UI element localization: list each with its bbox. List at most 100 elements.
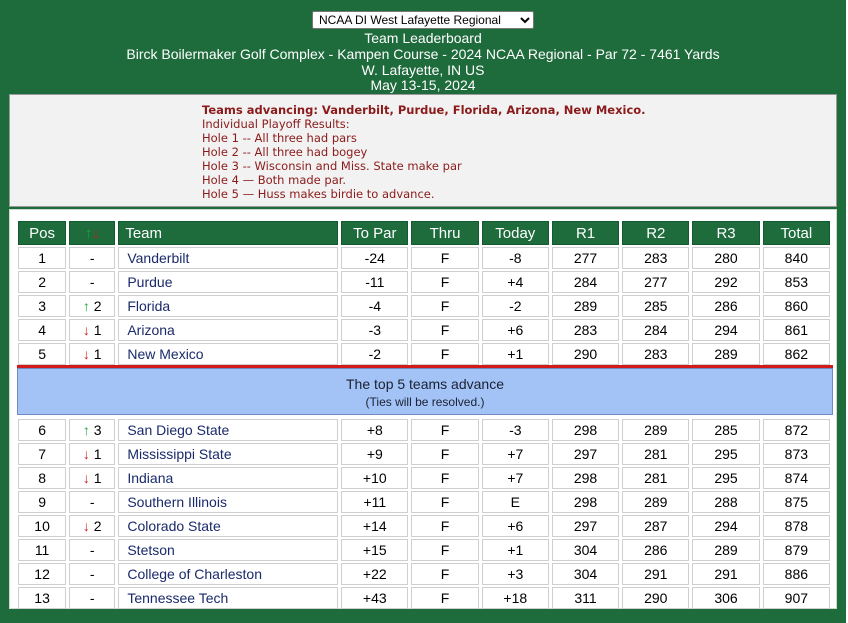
team-cell[interactable]: Southern Illinois: [118, 491, 339, 513]
r1-cell: 277: [551, 247, 620, 269]
thru-cell: F: [411, 343, 479, 365]
region-select[interactable]: NCAA DI West Lafayette Regional: [312, 11, 534, 29]
col-to-par[interactable]: To Par: [341, 221, 409, 245]
movement-value: 2: [93, 518, 102, 534]
total-cell: 879: [762, 539, 830, 561]
movement-cell: ↓ 1: [69, 319, 116, 341]
up-arrow-icon: ↑: [82, 422, 90, 438]
movement-value: -: [89, 274, 95, 290]
pos-cell: 3: [18, 295, 67, 317]
table-row: 2 - Purdue -11 F +4 284 277 292 853: [18, 271, 830, 293]
r1-cell: 284: [551, 271, 620, 293]
col-r1[interactable]: R1: [551, 221, 620, 245]
table-row: 6 ↑ 3 San Diego State +8 F -3 298 289 285 872: [18, 419, 830, 441]
thru-cell: F: [411, 587, 479, 609]
table-row: 7 ↓ 1 Mississippi State +9 F +7 297 281 295 873: [18, 443, 830, 465]
to-par-cell: +22: [341, 563, 409, 585]
today-cell: +7: [481, 443, 549, 465]
movement-cell: ↑ 2: [69, 295, 116, 317]
down-arrow-icon: ↓: [82, 518, 90, 534]
movement-value: 1: [93, 470, 102, 486]
thru-cell: F: [411, 443, 479, 465]
thru-cell: F: [411, 247, 479, 269]
r2-cell: 283: [622, 343, 690, 365]
event-dates: May 13-15, 2024: [370, 77, 476, 93]
team-cell[interactable]: Purdue: [118, 271, 339, 293]
movement-cell: ↓ 1: [69, 443, 116, 465]
col-r3[interactable]: R3: [692, 221, 760, 245]
col-r2[interactable]: R2: [622, 221, 690, 245]
team-cell[interactable]: Stetson: [118, 539, 339, 561]
movement-cell: -: [69, 247, 116, 269]
pos-cell: 13: [18, 587, 67, 609]
r2-cell: 281: [622, 467, 690, 489]
movement-cell: ↓ 1: [69, 467, 116, 489]
pos-cell: 10: [18, 515, 67, 537]
team-cell[interactable]: College of Charleston: [118, 563, 339, 585]
to-par-cell: +11: [341, 491, 409, 513]
to-par-cell: +8: [341, 419, 409, 441]
total-cell: 874: [762, 467, 830, 489]
advancing-teams-note: Teams advancing: Vanderbilt, Purdue, Flo…: [202, 103, 646, 117]
movement-cell: -: [69, 563, 116, 585]
team-cell[interactable]: Indiana: [118, 467, 339, 489]
pos-cell: 11: [18, 539, 67, 561]
col-team[interactable]: Team: [118, 221, 339, 245]
team-cell[interactable]: Mississippi State: [118, 443, 339, 465]
total-cell: 853: [762, 271, 830, 293]
today-cell: +7: [481, 467, 549, 489]
cut-banner-subtext: (Ties will be resolved.): [365, 395, 485, 409]
total-cell: 878: [762, 515, 830, 537]
today-cell: +4: [481, 271, 549, 293]
team-cell[interactable]: Colorado State: [118, 515, 339, 537]
total-cell: 840: [762, 247, 830, 269]
table-row: 9 - Southern Illinois +11 F E 298 289 288 875: [18, 491, 830, 513]
r2-cell: 286: [622, 539, 690, 561]
col-pos[interactable]: Pos: [18, 221, 67, 245]
r3-cell: 291: [692, 563, 760, 585]
team-cell[interactable]: Tennessee Tech: [118, 587, 339, 609]
col-thru[interactable]: Thru: [411, 221, 479, 245]
team-cell[interactable]: Florida: [118, 295, 339, 317]
today-cell: -3: [481, 419, 549, 441]
down-arrow-icon: ↓: [92, 224, 100, 242]
table-row: 4 ↓ 1 Arizona -3 F +6 283 284 294 861: [18, 319, 830, 341]
r2-cell: 285: [622, 295, 690, 317]
course-info: Birck Boilermaker Golf Complex - Kampen …: [126, 46, 720, 62]
thru-cell: F: [411, 467, 479, 489]
team-cell[interactable]: San Diego State: [118, 419, 339, 441]
total-cell: 875: [762, 491, 830, 513]
r2-cell: 290: [622, 587, 690, 609]
total-cell: 886: [762, 563, 830, 585]
r3-cell: 286: [692, 295, 760, 317]
r1-cell: 304: [551, 563, 620, 585]
team-cell[interactable]: New Mexico: [118, 343, 339, 365]
r2-cell: 277: [622, 271, 690, 293]
page-title: Team Leaderboard: [364, 30, 482, 46]
leaderboard-table-lower: 6 ↑ 3 San Diego State +8 F -3 298 289 285 872 7 ↓ 1…: [15, 417, 833, 611]
r2-cell: 283: [622, 247, 690, 269]
r3-cell: 280: [692, 247, 760, 269]
playoff-hole-5: Hole 5 — Huss makes birdie to advance.: [202, 187, 435, 201]
col-today[interactable]: Today: [481, 221, 549, 245]
total-cell: 907: [762, 587, 830, 609]
total-cell: 872: [762, 419, 830, 441]
playoff-title: Individual Playoff Results:: [202, 117, 350, 131]
r3-cell: 288: [692, 491, 760, 513]
thru-cell: F: [411, 539, 479, 561]
table-row: 1 - Vanderbilt -24 F -8 277 283 280 840: [18, 247, 830, 269]
r1-cell: 289: [551, 295, 620, 317]
movement-value: -: [89, 566, 95, 582]
down-arrow-icon: ↓: [82, 446, 90, 462]
to-par-cell: +14: [341, 515, 409, 537]
team-cell[interactable]: Vanderbilt: [118, 247, 339, 269]
col-movement[interactable]: ↑↓: [69, 221, 116, 245]
r3-cell: 294: [692, 515, 760, 537]
down-arrow-icon: ↓: [82, 470, 90, 486]
team-cell[interactable]: Arizona: [118, 319, 339, 341]
today-cell: +6: [481, 515, 549, 537]
movement-cell: ↓ 1: [69, 343, 116, 365]
col-total[interactable]: Total: [762, 221, 830, 245]
to-par-cell: +43: [341, 587, 409, 609]
table-row: 5 ↓ 1 New Mexico -2 F +1 290 283 289 862: [18, 343, 830, 365]
